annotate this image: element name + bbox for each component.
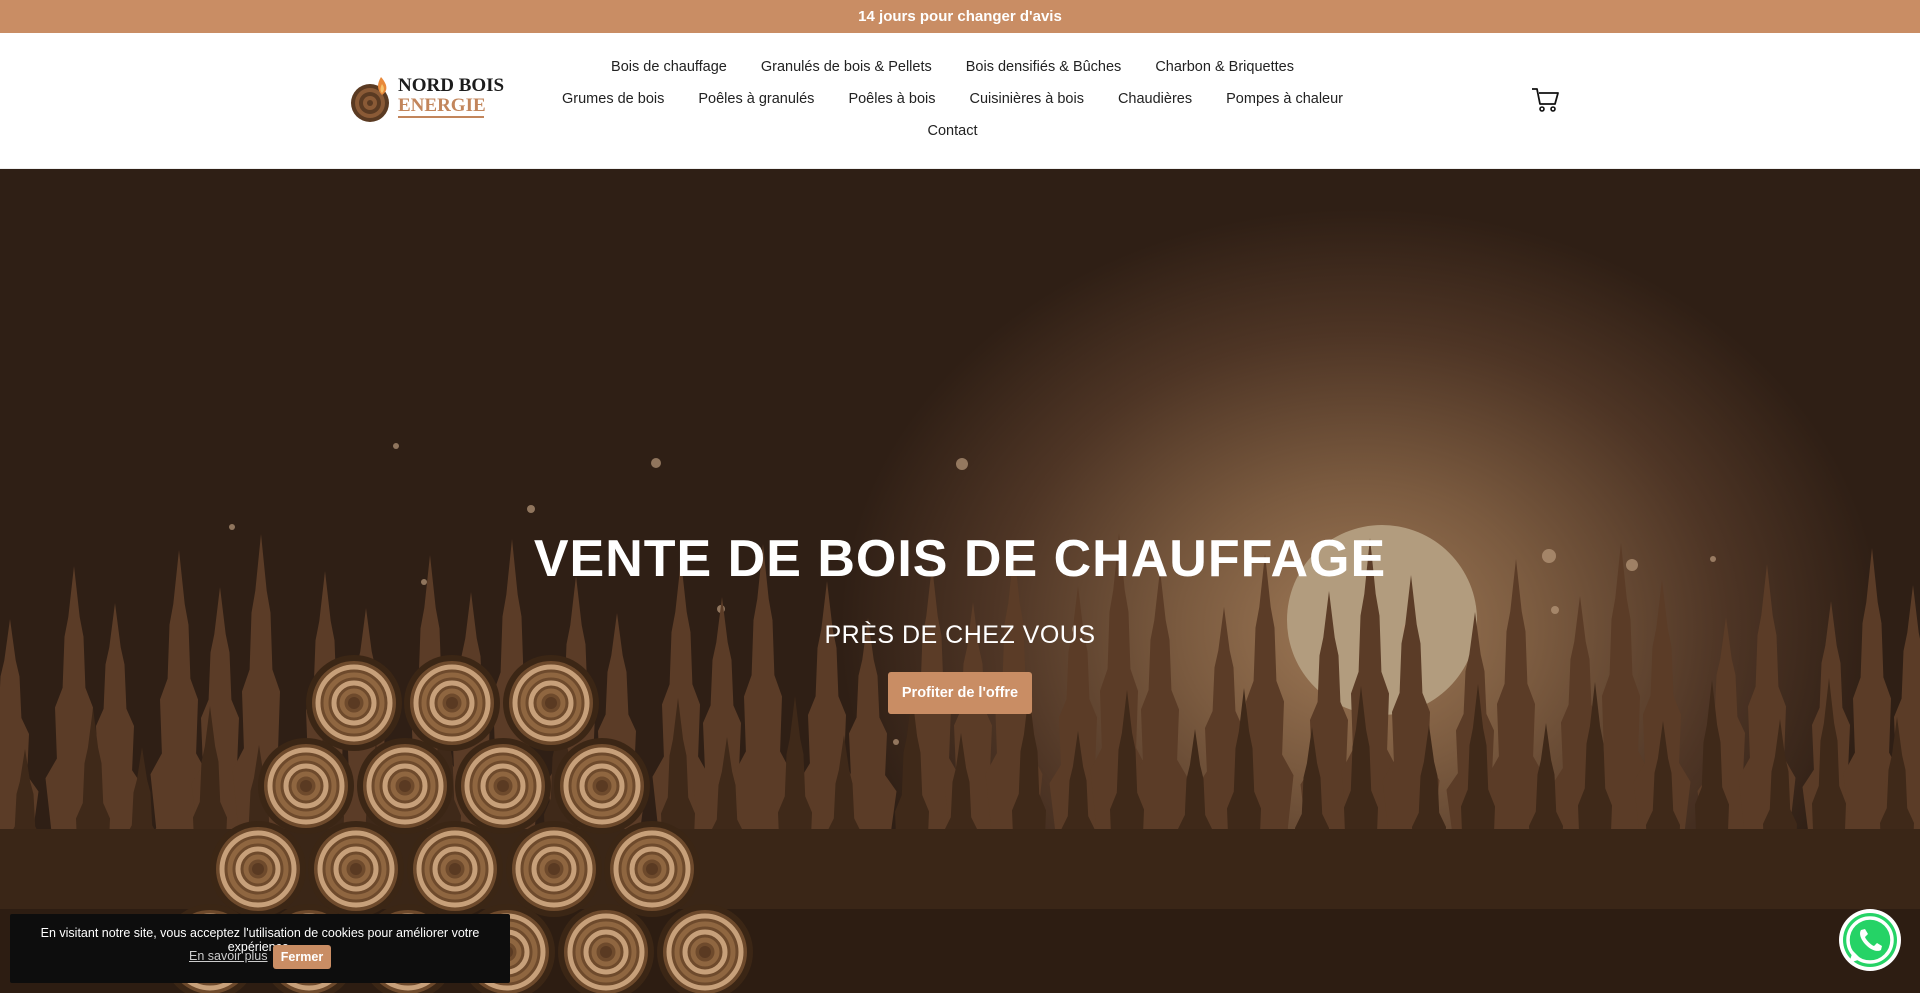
nav-row-1: Bois de chauffage Granulés de bois & Pel…	[560, 51, 1345, 83]
hero-cta-button[interactable]: Profiter de l'offre	[888, 672, 1032, 714]
nav-item-bois-densifies[interactable]: Bois densifiés & Bûches	[949, 59, 1139, 75]
nav-item-cuisinieres[interactable]: Cuisinières à bois	[953, 91, 1101, 107]
announcement-text: 14 jours pour changer d'avis	[858, 8, 1062, 25]
hero-section: VENTE DE BOIS DE CHAUFFAGE PRÈS DE CHEZ …	[0, 169, 1920, 993]
announcement-bar: 14 jours pour changer d'avis	[0, 0, 1920, 33]
nav-row-2: Grumes de bois Poêles à granulés Poêles …	[560, 83, 1345, 115]
hero-title: VENTE DE BOIS DE CHAUFFAGE	[533, 530, 1387, 588]
nav-item-chaudieres[interactable]: Chaudières	[1101, 91, 1209, 107]
main-nav: Bois de chauffage Granulés de bois & Pel…	[560, 51, 1345, 147]
nav-item-bois-de-chauffage[interactable]: Bois de chauffage	[594, 59, 744, 75]
nav-item-contact[interactable]: Contact	[911, 123, 995, 139]
site-logo[interactable]: NORD BOIS ENERGIE	[348, 71, 508, 123]
nav-item-pompes[interactable]: Pompes à chaleur	[1209, 91, 1360, 107]
cookie-learn-more-link[interactable]: En savoir plus	[189, 949, 268, 963]
logo-line1: NORD BOIS	[398, 75, 505, 96]
nav-item-charbon[interactable]: Charbon & Briquettes	[1138, 59, 1311, 75]
logo-line2: ENERGIE	[398, 95, 486, 118]
whatsapp-icon[interactable]	[1836, 906, 1904, 974]
site-header: NORD BOIS ENERGIE Bois de chauffage Gran…	[0, 33, 1920, 169]
cookie-close-button[interactable]: Fermer	[273, 945, 331, 969]
wood-log-flame-icon	[351, 77, 389, 122]
cookie-banner: En visitant notre site, vous acceptez l'…	[10, 914, 510, 983]
nav-item-grumes[interactable]: Grumes de bois	[545, 91, 681, 107]
nav-item-granules[interactable]: Granulés de bois & Pellets	[744, 59, 949, 75]
cart-icon[interactable]	[1530, 84, 1560, 114]
nav-item-poeles-bois[interactable]: Poêles à bois	[831, 91, 952, 107]
hero-subtitle: PRÈS DE CHEZ VOUS	[824, 621, 1096, 649]
nav-item-poeles-granules[interactable]: Poêles à granulés	[681, 91, 831, 107]
nav-row-3: Contact	[560, 115, 1345, 147]
